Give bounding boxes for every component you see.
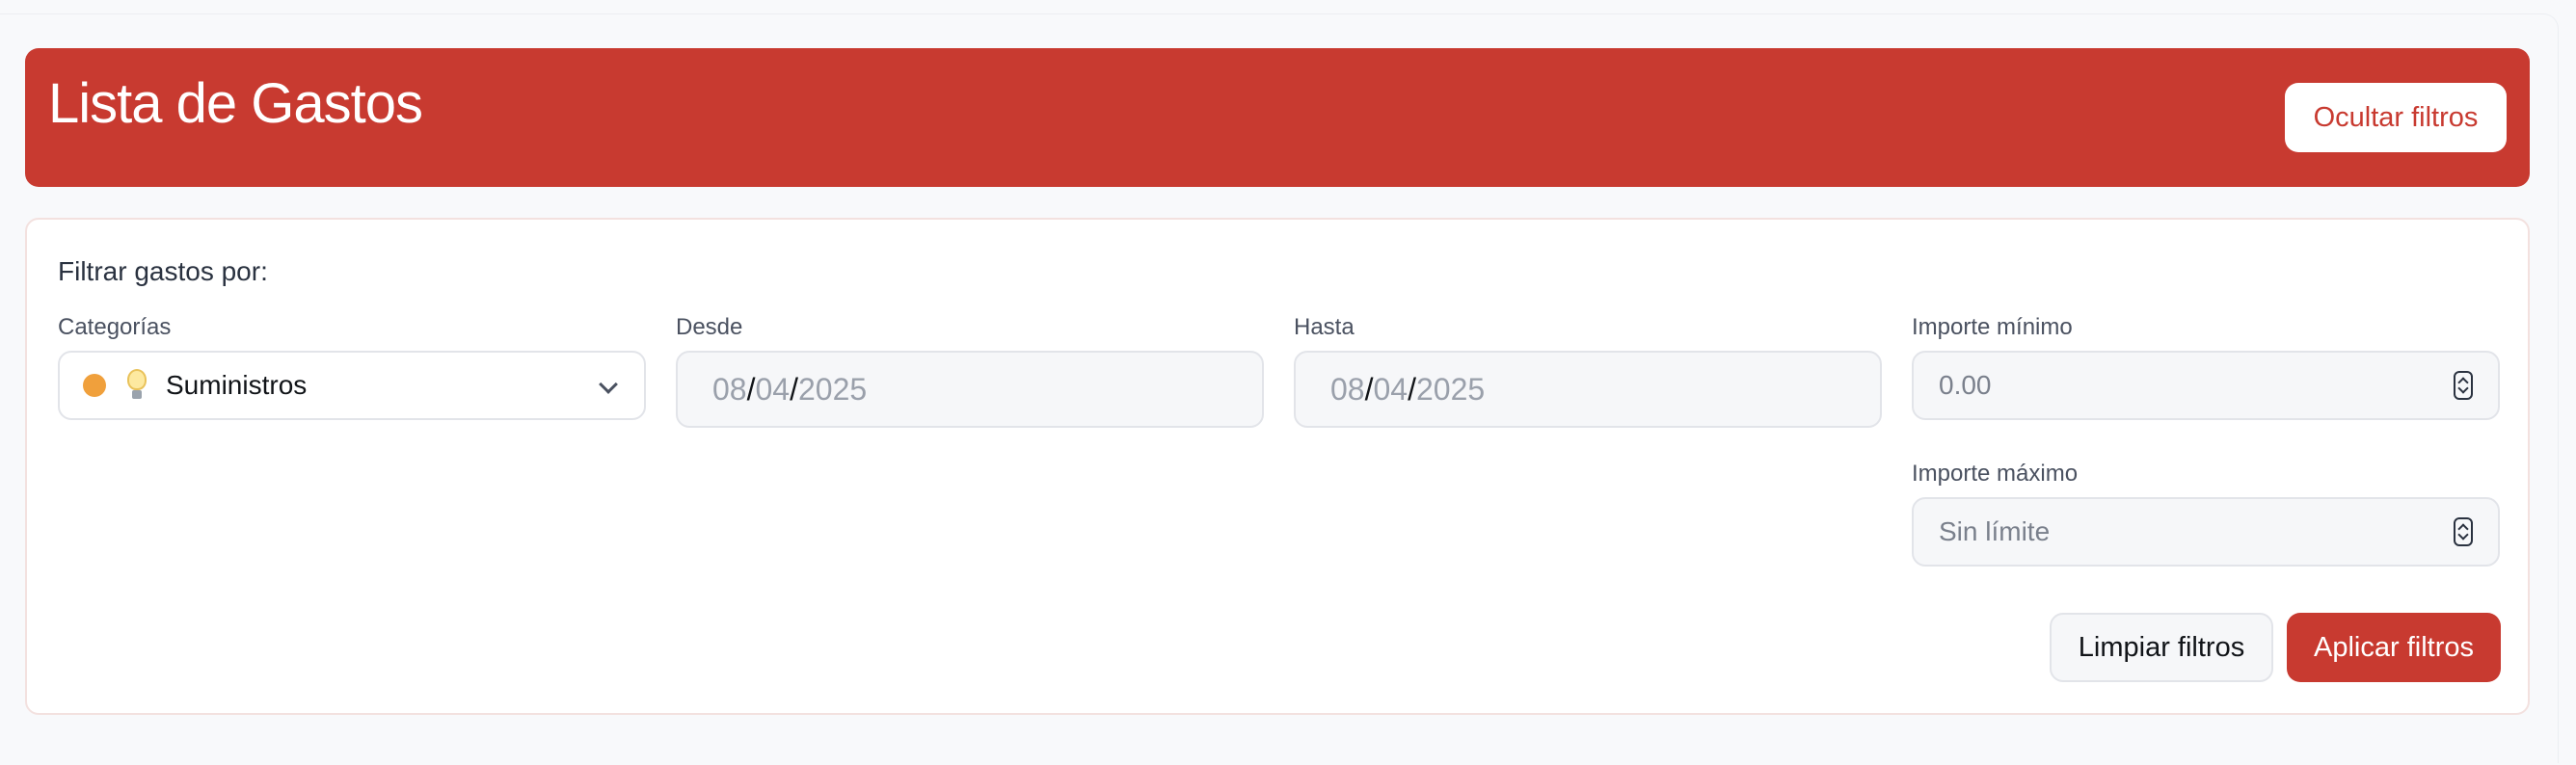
filter-panel: Filtrar gastos por: Categorías Suministr… bbox=[25, 218, 2530, 715]
to-date-year[interactable]: 2025 bbox=[1416, 372, 1485, 408]
number-spinner-icon[interactable] bbox=[2454, 371, 2473, 400]
category-select[interactable]: Suministros bbox=[58, 351, 646, 420]
max-amount-placeholder: Sin límite bbox=[1939, 516, 2051, 546]
to-date-day[interactable]: 08 bbox=[1330, 372, 1365, 408]
from-date-day[interactable]: 08 bbox=[712, 372, 747, 408]
category-color-dot bbox=[83, 374, 106, 397]
to-date-month[interactable]: 04 bbox=[1373, 372, 1408, 408]
to-date-label: Hasta bbox=[1294, 314, 1355, 340]
clear-filters-button[interactable]: Limpiar filtros bbox=[2050, 613, 2273, 682]
from-date-year[interactable]: 2025 bbox=[798, 372, 867, 408]
toggle-filters-button[interactable]: Ocultar filtros bbox=[2285, 83, 2507, 152]
apply-filters-button[interactable]: Aplicar filtros bbox=[2287, 613, 2501, 682]
filter-heading: Filtrar gastos por: bbox=[58, 256, 268, 286]
min-amount-placeholder: 0.00 bbox=[1939, 370, 1992, 400]
chevron-down-icon bbox=[599, 375, 618, 394]
category-selected-value: Suministros bbox=[166, 370, 308, 400]
category-label: Categorías bbox=[58, 314, 172, 340]
from-date-input[interactable]: 08/04/2025 bbox=[676, 351, 1264, 428]
max-amount-input[interactable]: Sin límite bbox=[1912, 497, 2500, 567]
to-date-input[interactable]: 08/04/2025 bbox=[1294, 351, 1882, 428]
min-amount-label: Importe mínimo bbox=[1912, 314, 2073, 340]
from-date-label: Desde bbox=[676, 314, 743, 340]
from-date-month[interactable]: 04 bbox=[755, 372, 790, 408]
lightbulb-icon bbox=[125, 369, 148, 402]
max-amount-label: Importe máximo bbox=[1912, 461, 2079, 487]
number-spinner-icon[interactable] bbox=[2454, 517, 2473, 546]
page-header: Lista de Gastos Ocultar filtros bbox=[25, 48, 2530, 187]
page-title: Lista de Gastos bbox=[48, 72, 423, 135]
min-amount-input[interactable]: 0.00 bbox=[1912, 351, 2500, 420]
